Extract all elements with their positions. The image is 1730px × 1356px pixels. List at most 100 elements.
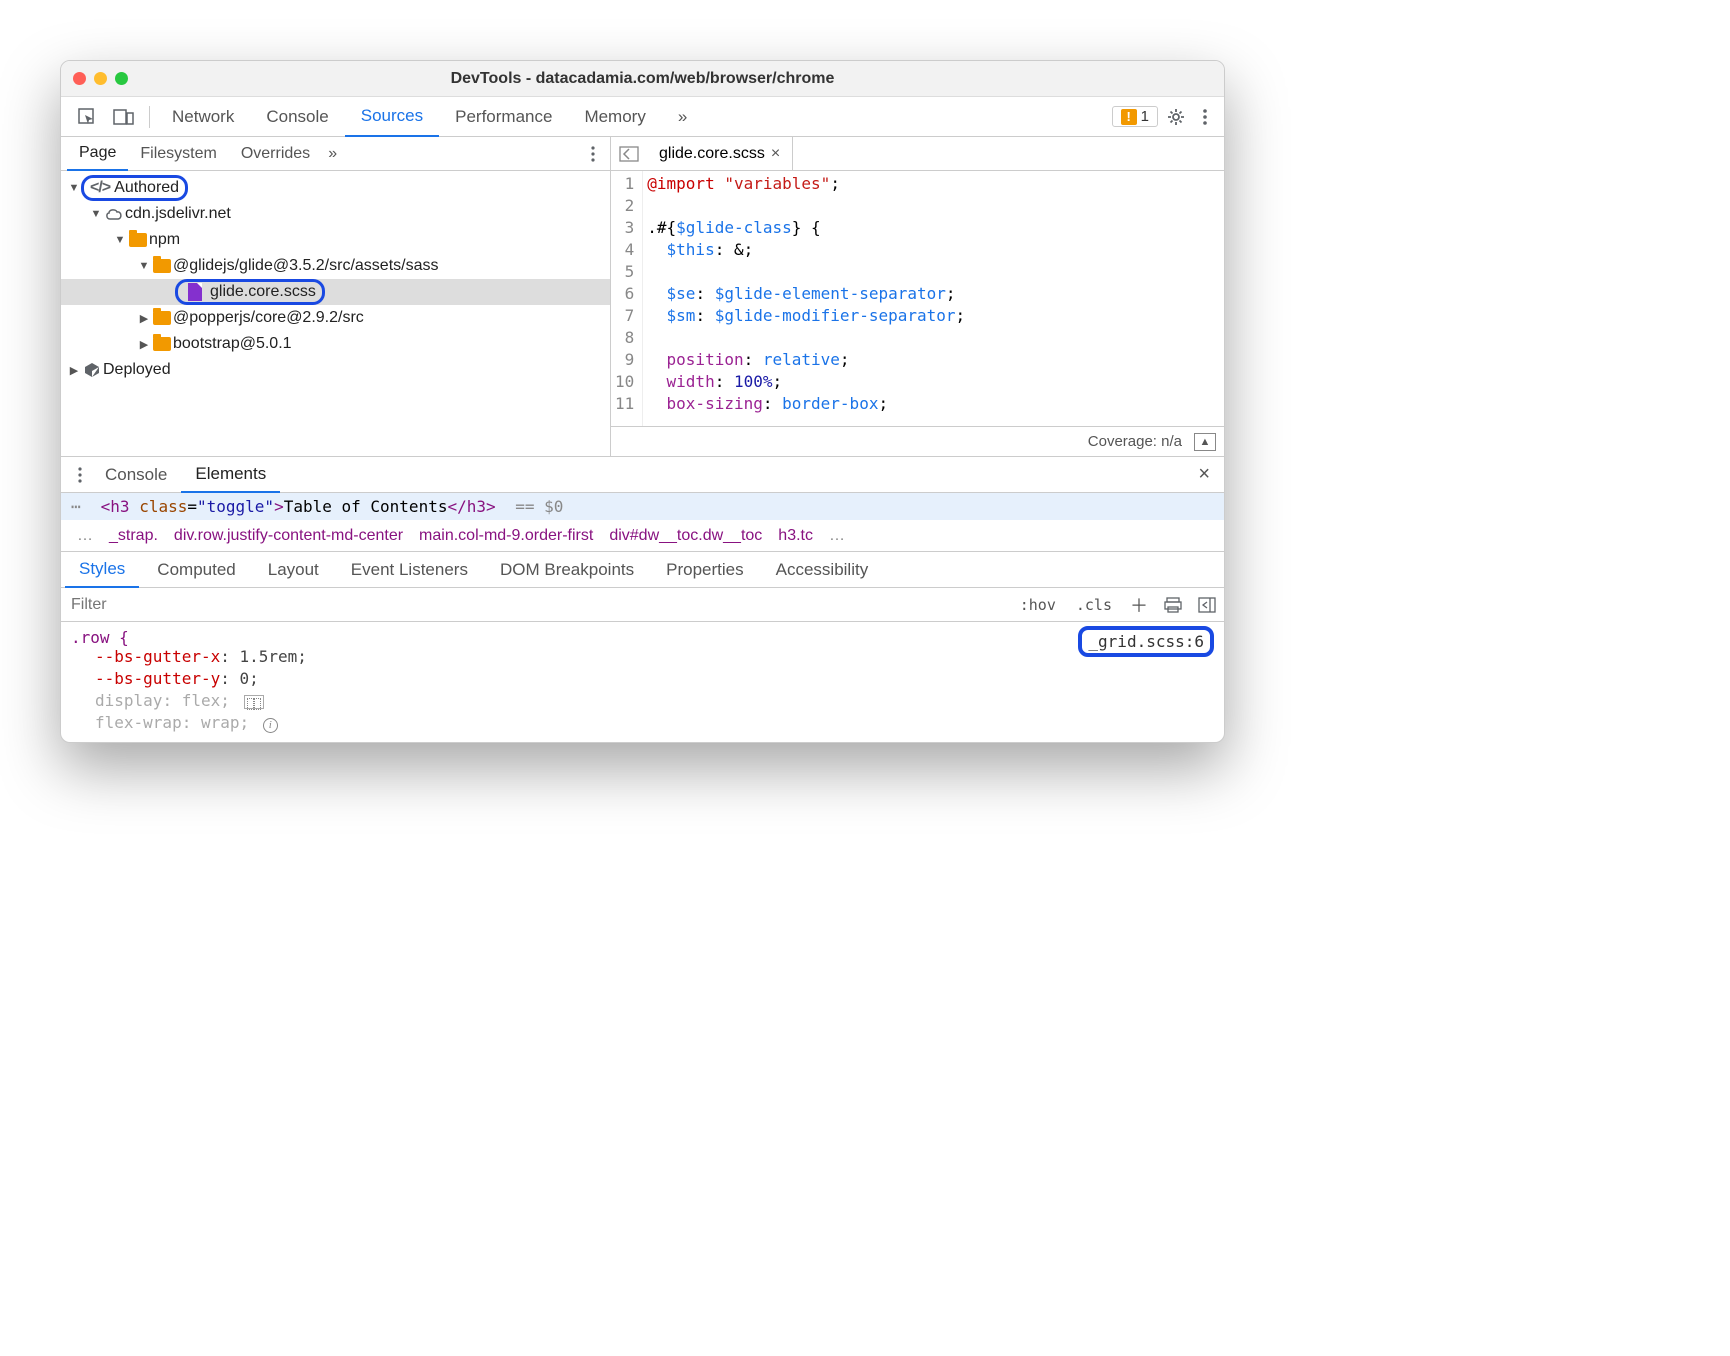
caret-right-icon: ▶ [137,312,151,325]
window-title: DevTools - datacadamia.com/web/browser/c… [61,70,1224,88]
sidebar-toggle-icon[interactable] [1190,597,1224,613]
tree-popper[interactable]: ▶ @popperjs/core@2.9.2/src [61,305,610,331]
breadcrumb-item[interactable]: h3.tc [770,527,821,545]
editor-tab[interactable]: glide.core.scss × [647,137,793,171]
settings-icon[interactable] [1158,103,1194,131]
folder-icon [151,337,173,351]
titlebar: DevTools - datacadamia.com/web/browser/c… [61,61,1224,97]
editor-tab-label: glide.core.scss [659,145,765,163]
sources-panel: Page Filesystem Overrides » ▼ </> Author… [61,137,1224,457]
close-tab-icon[interactable]: × [771,145,780,163]
caret-right-icon: ▶ [137,338,151,351]
folder-icon [151,259,173,273]
styles-filter-row: :hov .cls ＋ [61,588,1224,622]
navigator-panel: Page Filesystem Overrides » ▼ </> Author… [61,137,611,456]
tabs-overflow[interactable]: » [662,97,703,137]
tree-label: cdn.jsdelivr.net [125,205,231,223]
folder-icon [151,311,173,325]
styles-tab-computed[interactable]: Computed [143,552,249,588]
caret-down-icon: ▼ [89,208,103,220]
cls-toggle[interactable]: .cls [1066,596,1122,614]
tree-label: npm [149,231,180,249]
css-rule[interactable]: _grid.scss:6 .row { --bs-gutter-x: 1.5re… [61,622,1224,742]
styles-tab-layout[interactable]: Layout [254,552,333,588]
expand-drawer-icon[interactable]: ▲ [1194,433,1216,451]
tree-deployed[interactable]: ▶ Deployed [61,357,610,383]
folder-icon [127,233,149,247]
navigator-more-icon[interactable] [582,145,604,163]
selected-element[interactable]: ⋯ <h3 class="toggle">Table of Contents</… [61,493,1224,520]
coverage-bar: Coverage: n/a ▲ [611,426,1224,456]
file-tree: ▼ </> Authored ▼ cdn.jsdelivr.net ▼ [61,171,610,456]
code-icon: </> [90,179,110,197]
history-back-icon[interactable] [611,146,647,162]
warning-icon: ! [1121,109,1137,125]
close-drawer-icon[interactable]: × [1192,463,1216,486]
tree-label: Deployed [103,361,171,379]
tab-memory[interactable]: Memory [568,97,661,137]
breadcrumb-item[interactable]: div#dw__toc.dw__toc [601,527,770,545]
dom-breadcrumb[interactable]: … _strap. div.row.justify-content-md-cen… [61,520,1224,552]
editor-panel: glide.core.scss × 1234567891011 @import … [611,137,1224,456]
breadcrumb-item[interactable]: _strap. [101,527,166,545]
minimize-button[interactable] [94,72,107,85]
source-link[interactable]: _grid.scss:6 [1078,626,1214,657]
cube-icon [81,361,103,379]
main-toolbar: Network Console Sources Performance Memo… [61,97,1224,137]
tree-label: glide.core.scss [210,283,316,301]
tab-performance[interactable]: Performance [439,97,568,137]
styles-filter-input[interactable] [61,596,1010,614]
breadcrumb-item[interactable]: … [69,527,101,545]
drawer-tab-console[interactable]: Console [91,457,181,493]
navigator-tabs: Page Filesystem Overrides » [61,137,610,171]
styles-tab-accessibility[interactable]: Accessibility [762,552,883,588]
file-icon [184,283,206,301]
new-style-icon[interactable]: ＋ [1122,592,1156,618]
code-content: @import "variables";.#{$glide-class} { $… [643,171,969,426]
nav-tab-overrides[interactable]: Overrides [229,137,322,171]
nav-tab-page[interactable]: Page [67,137,128,171]
print-icon[interactable] [1156,597,1190,613]
devtools-window: DevTools - datacadamia.com/web/browser/c… [60,60,1225,743]
editor-tabbar: glide.core.scss × [611,137,1224,171]
drawer-more-icon[interactable] [69,466,91,484]
maximize-button[interactable] [115,72,128,85]
nav-tabs-overflow[interactable]: » [322,145,343,163]
styles-tabs: Styles Computed Layout Event Listeners D… [61,552,1224,588]
element-html: <h3 class="toggle">Table of Contents</h3… [101,497,564,516]
tab-console[interactable]: Console [250,97,344,137]
device-toggle-icon[interactable] [105,103,143,131]
hov-toggle[interactable]: :hov [1010,596,1066,614]
nav-tab-filesystem[interactable]: Filesystem [128,137,228,171]
styles-tab-listeners[interactable]: Event Listeners [337,552,482,588]
tree-glide-file[interactable]: glide.core.scss [61,279,610,305]
css-selector: .row { [71,628,129,647]
tree-cdn[interactable]: ▼ cdn.jsdelivr.net [61,201,610,227]
styles-tab-breakpoints[interactable]: DOM Breakpoints [486,552,648,588]
tree-label: bootstrap@5.0.1 [173,335,292,353]
styles-tab-properties[interactable]: Properties [652,552,757,588]
tab-network[interactable]: Network [156,97,250,137]
inspect-icon[interactable] [69,103,105,131]
cloud-icon [103,207,125,221]
tree-label: @glidejs/glide@3.5.2/src/assets/sass [173,257,438,275]
tree-glide-path[interactable]: ▼ @glidejs/glide@3.5.2/src/assets/sass [61,253,610,279]
line-gutter: 1234567891011 [611,171,643,426]
traffic-lights [73,72,128,85]
tree-bootstrap[interactable]: ▶ bootstrap@5.0.1 [61,331,610,357]
tree-label: Authored [114,179,179,197]
drawer-tabs: Console Elements × [61,457,1224,493]
more-menu-icon[interactable] [1194,103,1216,131]
tree-authored[interactable]: ▼ </> Authored [61,175,610,201]
warnings-badge[interactable]: ! 1 [1112,106,1158,127]
breadcrumb-item[interactable]: main.col-md-9.order-first [411,527,601,545]
styles-tab-styles[interactable]: Styles [65,552,139,588]
close-button[interactable] [73,72,86,85]
breadcrumb-item[interactable]: … [821,527,853,545]
tab-sources[interactable]: Sources [345,97,439,137]
drawer-tab-elements[interactable]: Elements [181,457,280,493]
breadcrumb-item[interactable]: div.row.justify-content-md-center [166,527,411,545]
code-editor[interactable]: 1234567891011 @import "variables";.#{$gl… [611,171,1224,426]
caret-down-icon: ▼ [137,260,151,272]
tree-npm[interactable]: ▼ npm [61,227,610,253]
